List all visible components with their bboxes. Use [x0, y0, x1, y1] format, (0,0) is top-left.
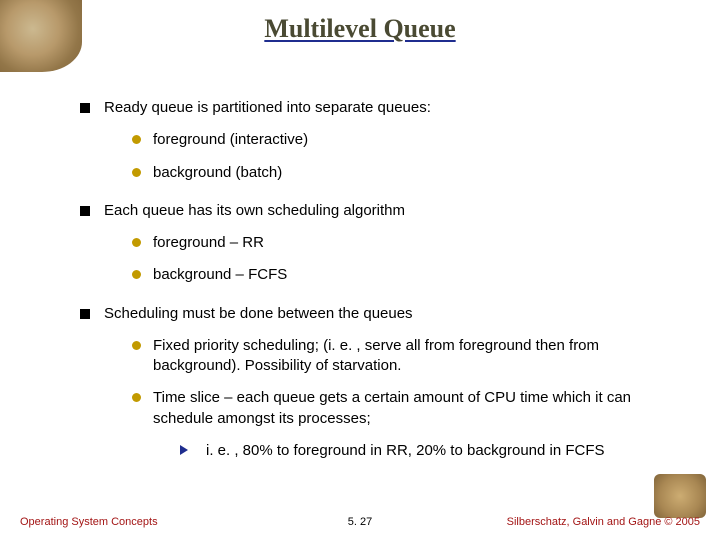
bullet-text: Each queue has its own scheduling algori…: [104, 201, 680, 221]
slide: Multilevel Queue Ready queue is partitio…: [0, 0, 720, 540]
square-bullet-icon: [80, 309, 90, 319]
sub-bullet-text: background – FCFS: [153, 265, 680, 285]
sub-sub-bullet-row: i. e. , 80% to foreground in RR, 20% to …: [180, 441, 680, 461]
bullet-3-sub: Fixed priority scheduling; (i. e. , serv…: [132, 336, 680, 429]
bullet-3: Scheduling must be done between the queu…: [80, 304, 680, 462]
bullet-3-sub-sub: i. e. , 80% to foreground in RR, 20% to …: [180, 441, 680, 461]
sub-bullet-row: background – FCFS: [132, 265, 680, 285]
disc-bullet-icon: [132, 393, 141, 402]
bullet-row: Each queue has its own scheduling algori…: [80, 201, 680, 221]
sub-bullet-row: foreground (interactive): [132, 130, 680, 150]
bullet-1-sub: foreground (interactive) background (bat…: [132, 130, 680, 183]
footer-left: Operating System Concepts: [20, 516, 158, 528]
disc-bullet-icon: [132, 135, 141, 144]
square-bullet-icon: [80, 103, 90, 113]
sub-bullet-row: background (batch): [132, 163, 680, 183]
sub-bullet-text: foreground – RR: [153, 233, 680, 253]
sub-bullet-text: foreground (interactive): [153, 130, 680, 150]
disc-bullet-icon: [132, 341, 141, 350]
bullet-row: Ready queue is partitioned into separate…: [80, 98, 680, 118]
footer-right: Silberschatz, Galvin and Gagne © 2005: [507, 516, 700, 528]
bullet-1: Ready queue is partitioned into separate…: [80, 98, 680, 183]
sub-sub-bullet-text: i. e. , 80% to foreground in RR, 20% to …: [206, 441, 680, 461]
sub-bullet-row: foreground – RR: [132, 233, 680, 253]
decorative-dino-bottom-right: [654, 474, 706, 518]
square-bullet-icon: [80, 206, 90, 216]
slide-title: Multilevel Queue: [0, 14, 720, 44]
sub-bullet-text: Time slice – each queue gets a certain a…: [153, 388, 680, 429]
triangle-bullet-icon: [180, 445, 196, 455]
footer-page-number: 5. 27: [348, 516, 372, 528]
footer: Operating System Concepts 5. 27 Silbersc…: [20, 516, 700, 528]
bullet-text: Ready queue is partitioned into separate…: [104, 98, 680, 118]
slide-body: Ready queue is partitioned into separate…: [80, 80, 680, 471]
bullet-text: Scheduling must be done between the queu…: [104, 304, 680, 324]
disc-bullet-icon: [132, 168, 141, 177]
disc-bullet-icon: [132, 238, 141, 247]
bullet-2: Each queue has its own scheduling algori…: [80, 201, 680, 286]
sub-bullet-row: Fixed priority scheduling; (i. e. , serv…: [132, 336, 680, 377]
sub-bullet-row: Time slice – each queue gets a certain a…: [132, 388, 680, 429]
bullet-2-sub: foreground – RR background – FCFS: [132, 233, 680, 286]
bullet-row: Scheduling must be done between the queu…: [80, 304, 680, 324]
sub-bullet-text: Fixed priority scheduling; (i. e. , serv…: [153, 336, 680, 377]
sub-bullet-text: background (batch): [153, 163, 680, 183]
disc-bullet-icon: [132, 270, 141, 279]
